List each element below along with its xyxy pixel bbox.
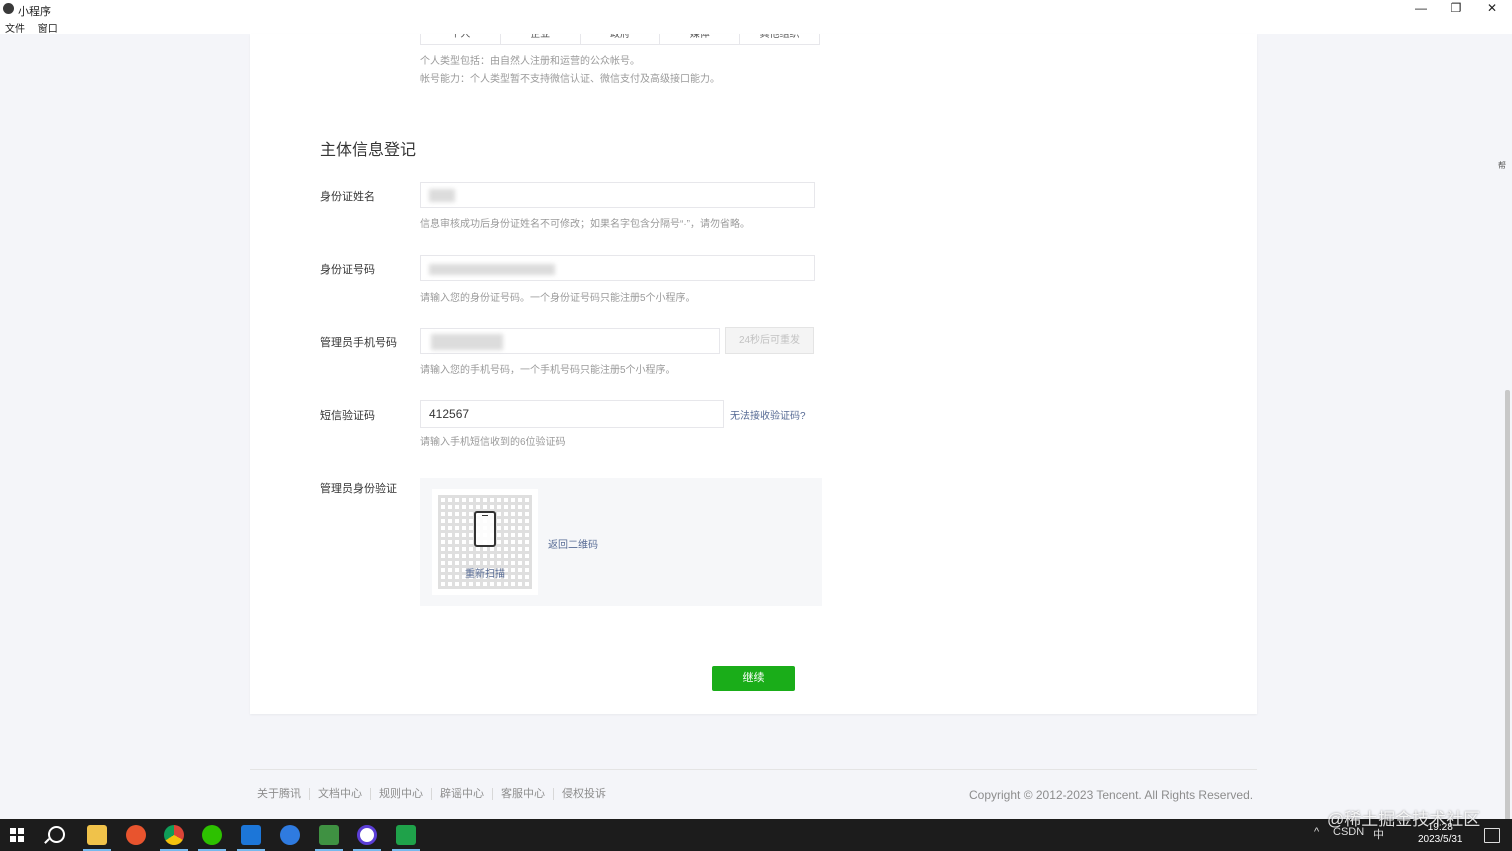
section-title: 主体信息登记 bbox=[320, 142, 417, 159]
sms-label: 短信验证码 bbox=[320, 410, 375, 422]
taskbar: ^ CSDN 中 19:28 2023/5/31 bbox=[0, 819, 1512, 851]
footer-link-docs[interactable]: 文档中心 bbox=[309, 788, 370, 800]
footer-divider bbox=[250, 769, 1257, 770]
wechat-icon[interactable] bbox=[202, 825, 222, 845]
id-name-hint: 信息审核成功后身份证姓名不可修改；如果名字包含分隔号“·”，请勿省略。 bbox=[420, 219, 750, 230]
id-number-label: 身份证号码 bbox=[320, 264, 375, 276]
dev-tool-icon[interactable] bbox=[319, 825, 339, 845]
continue-button[interactable]: 继续 bbox=[712, 666, 795, 691]
id-number-input[interactable] bbox=[420, 255, 815, 281]
hbuilder-icon[interactable] bbox=[396, 825, 416, 845]
browser-app-icon[interactable] bbox=[126, 825, 146, 845]
id-name-input[interactable] bbox=[420, 182, 815, 208]
chrome-icon[interactable] bbox=[164, 825, 184, 845]
tab-personal[interactable]: 个人 bbox=[421, 34, 501, 44]
watermark: @稀土掘金技术社区 bbox=[1327, 810, 1481, 829]
sms-hint: 请输入手机短信收到的6位验证码 bbox=[420, 437, 566, 448]
blurred-id-number bbox=[429, 264, 555, 275]
close-button[interactable]: ✕ bbox=[1474, 0, 1510, 18]
footer-link-rumor[interactable]: 辟谣中心 bbox=[431, 788, 492, 800]
footer-link-rules[interactable]: 规则中心 bbox=[370, 788, 431, 800]
webstorm-icon[interactable] bbox=[241, 825, 261, 845]
ability-description: 帐号能力：个人类型暂不支持微信认证、微信支付及高级接口能力。 bbox=[420, 74, 720, 85]
blurred-name bbox=[429, 189, 455, 202]
search-icon[interactable] bbox=[48, 826, 65, 843]
type-description: 个人类型包括：由自然人注册和运营的公众帐号。 bbox=[420, 56, 640, 67]
footer-links: 关于腾讯 文档中心 规则中心 辟谣中心 客服中心 侵权投诉 bbox=[257, 788, 614, 800]
miniprogram-devtools-icon[interactable] bbox=[357, 825, 377, 845]
window-title: 小程序 bbox=[18, 6, 51, 18]
sms-code-input[interactable]: 412567 bbox=[420, 400, 724, 428]
side-help-tab[interactable]: 帮 bbox=[1498, 160, 1506, 171]
menu-bar: 文件 窗口 bbox=[5, 20, 68, 35]
menu-window[interactable]: 窗口 bbox=[38, 24, 58, 35]
id-number-hint: 请输入您的身份证号码。一个身份证号码只能注册5个小程序。 bbox=[420, 293, 696, 304]
map-app-icon[interactable] bbox=[280, 825, 300, 845]
admin-verify-label: 管理员身份验证 bbox=[320, 483, 397, 495]
cant-receive-code-link[interactable]: 无法接收验证码? bbox=[730, 407, 806, 422]
qr-code-area[interactable]: 重新扫描 bbox=[432, 489, 538, 595]
phone-icon bbox=[474, 511, 496, 547]
tray-expand-icon[interactable]: ^ bbox=[1314, 826, 1319, 838]
phone-label: 管理员手机号码 bbox=[320, 337, 397, 349]
minimize-button[interactable]: — bbox=[1403, 0, 1439, 18]
title-bar: 小程序 文件 窗口 — ❐ ✕ bbox=[0, 0, 1512, 35]
tab-government[interactable]: 政府 bbox=[581, 34, 661, 44]
tab-other[interactable]: 其他组织 bbox=[740, 34, 819, 44]
blurred-phone bbox=[431, 334, 503, 350]
clock-date: 2023/5/31 bbox=[1418, 834, 1463, 845]
file-explorer-icon[interactable] bbox=[87, 825, 107, 845]
phone-hint: 请输入您的手机号码，一个手机号码只能注册5个小程序。 bbox=[420, 365, 676, 376]
maximize-button[interactable]: ❐ bbox=[1438, 0, 1474, 18]
footer-link-service[interactable]: 客服中心 bbox=[492, 788, 553, 800]
tab-enterprise[interactable]: 企业 bbox=[501, 34, 581, 44]
id-name-label: 身份证姓名 bbox=[320, 191, 375, 203]
page-scrollbar[interactable] bbox=[1505, 390, 1510, 820]
footer-link-about[interactable]: 关于腾讯 bbox=[257, 788, 309, 800]
resend-code-button[interactable]: 24秒后可重发 bbox=[725, 327, 814, 354]
windows-start-icon[interactable] bbox=[10, 828, 24, 842]
phone-input[interactable] bbox=[420, 328, 720, 354]
tab-media[interactable]: 媒体 bbox=[660, 34, 741, 44]
back-to-qr-link[interactable]: 返回二维码 bbox=[548, 536, 598, 551]
app-icon bbox=[3, 3, 14, 14]
notification-icon[interactable] bbox=[1484, 828, 1500, 843]
copyright: Copyright © 2012-2023 Tencent. All Right… bbox=[969, 788, 1254, 802]
registration-card: 个人 企业 政府 媒体 其他组织 个人类型包括：由自然人注册和运营的公众帐号。 … bbox=[250, 34, 1257, 714]
footer-link-infringement[interactable]: 侵权投诉 bbox=[553, 788, 614, 800]
admin-verify-panel: 重新扫描 返回二维码 bbox=[420, 478, 822, 606]
rescan-link[interactable]: 重新扫描 bbox=[432, 565, 538, 580]
account-type-tabs: 个人 企业 政府 媒体 其他组织 bbox=[420, 34, 820, 45]
menu-file[interactable]: 文件 bbox=[5, 24, 25, 35]
